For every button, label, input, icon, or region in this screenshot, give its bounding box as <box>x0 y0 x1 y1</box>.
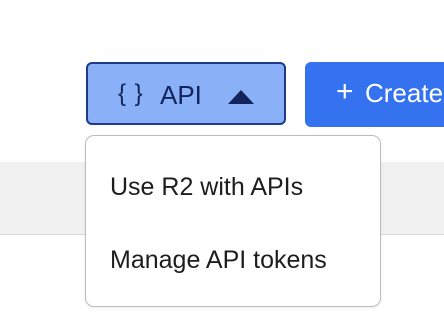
create-button[interactable]: + Create <box>305 62 444 127</box>
api-dropdown-button[interactable]: { } API <box>86 62 286 125</box>
plus-icon: + <box>336 75 354 108</box>
api-button-label: API <box>160 80 202 110</box>
menu-item-use-r2-with-apis[interactable]: Use R2 with APIs <box>86 158 380 216</box>
menu-item-manage-api-tokens[interactable]: Manage API tokens <box>86 231 380 289</box>
braces-icon: { } <box>118 80 144 107</box>
create-button-label: Create <box>365 78 444 108</box>
caret-up-icon <box>228 90 254 104</box>
api-dropdown-menu: Use R2 with APIs Manage API tokens <box>85 135 381 307</box>
